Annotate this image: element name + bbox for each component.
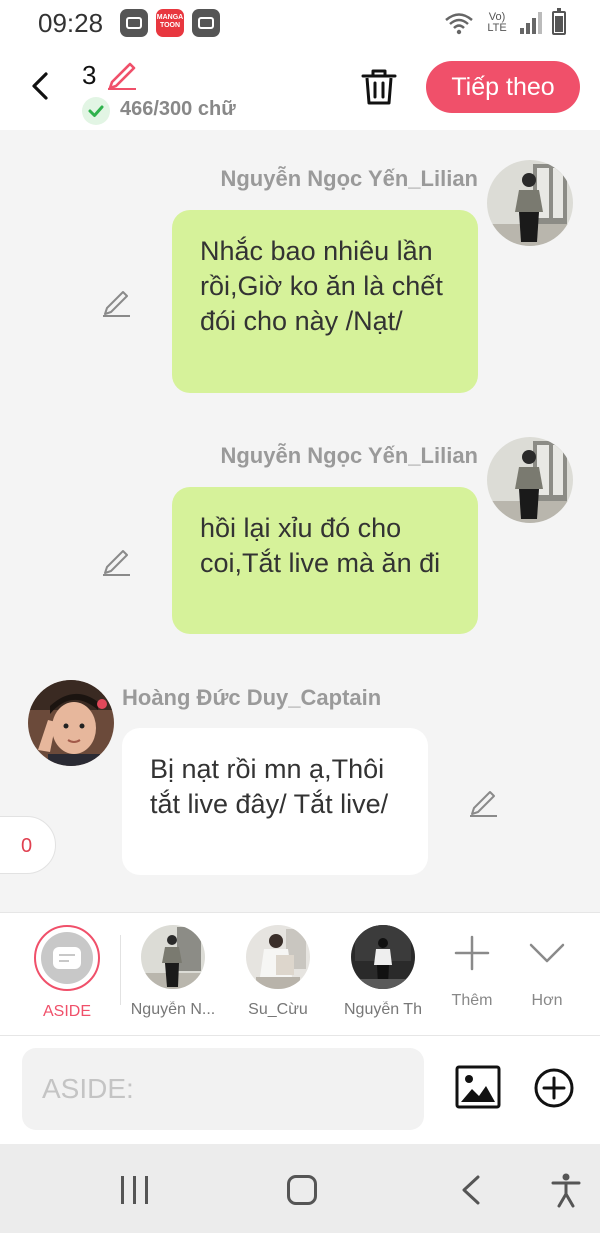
message-text: hồi lại xỉu đó cho coi,Tắt live mà ăn đi [200, 513, 441, 578]
message-bubble[interactable]: Nhắc bao nhiêu lần rồi,Giờ ko ăn là chết… [172, 210, 478, 393]
character-nguyen-n[interactable]: Nguyễn N... [128, 925, 218, 1019]
character-nguyen-th[interactable]: Nguyễn Th [338, 925, 428, 1019]
edit-pen-icon[interactable] [100, 286, 132, 318]
wifi-icon [445, 13, 473, 35]
system-nav-bar [0, 1144, 600, 1233]
check-icon [82, 97, 110, 125]
accessibility-icon[interactable] [549, 1172, 583, 1208]
character-aside[interactable]: ASIDE [22, 925, 112, 1021]
sender-name: Nguyễn Ngọc Yến_Lilian [220, 443, 478, 468]
message-text: Nhắc bao nhiêu lần rồi,Giờ ko ăn là chết… [200, 236, 443, 336]
back-arrow-icon[interactable] [24, 66, 60, 106]
more-button[interactable]: Hơn [512, 931, 582, 1010]
avatar[interactable] [487, 437, 573, 523]
aside-icon [34, 925, 100, 991]
video-app-icon [120, 9, 148, 37]
pencil-icon[interactable] [104, 58, 138, 90]
character-bar: ASIDE Nguyễn N... Su_Cừu Nguyễn Th Thêm … [0, 912, 600, 1036]
plus-icon [454, 935, 490, 971]
word-count: 466/300 chữ [120, 98, 236, 120]
next-button[interactable]: Tiếp theo [426, 61, 580, 113]
sender-name: Nguyễn Ngọc Yến_Lilian [220, 166, 478, 191]
chat-area[interactable]: Nguyễn Ngọc Yến_Lilian Nhắc bao nhiêu lầ… [0, 130, 600, 912]
add-character-label: Thêm [451, 992, 493, 1009]
message-input[interactable] [22, 1048, 424, 1130]
character-label: Nguyễn N... [130, 1001, 216, 1018]
edit-pen-icon[interactable] [100, 545, 132, 577]
add-circle-icon[interactable] [532, 1066, 576, 1110]
avatar[interactable] [28, 680, 114, 766]
battery-icon [552, 8, 566, 35]
sender-name: Hoàng Đức Duy_Captain [122, 685, 382, 710]
nav-back-icon[interactable] [458, 1174, 484, 1206]
recent-apps-icon[interactable] [121, 1176, 151, 1204]
comment-count: 0 [21, 835, 33, 857]
edit-pen-icon[interactable] [467, 786, 499, 818]
editor-header: 3 466/300 chữ Tiếp theo [0, 46, 600, 130]
chevron-down-icon [529, 943, 565, 963]
mangatoon-app-icon: MANGA TOON [156, 9, 184, 37]
avatar [246, 925, 310, 989]
message-bubble[interactable]: Bị nạt rồi mn ạ,Thôi tắt live đây/ Tắt l… [122, 728, 428, 875]
divider [120, 935, 121, 1005]
home-icon[interactable] [287, 1175, 317, 1205]
add-character-button[interactable]: Thêm [437, 931, 507, 1010]
character-label: Su_Cừu [248, 1001, 308, 1018]
status-time: 09:28 [38, 8, 104, 38]
character-label: Nguyễn Th [344, 1001, 422, 1018]
avatar [141, 925, 205, 989]
input-bar [0, 1036, 600, 1144]
image-icon[interactable] [454, 1064, 502, 1110]
trash-icon[interactable] [358, 66, 400, 108]
avatar [351, 925, 415, 989]
mangatoon-icon-text: MANGA TOON [156, 14, 184, 29]
message-bubble[interactable]: hồi lại xỉu đó cho coi,Tắt live mà ăn đi [172, 487, 478, 634]
video-app-icon [192, 9, 220, 37]
chapter-number: 3 [82, 60, 97, 90]
more-label: Hơn [531, 992, 563, 1009]
comment-counter-tab[interactable]: 0 [0, 816, 56, 874]
signal-icon [520, 12, 542, 34]
status-bar: 09:28 MANGA TOON Vo) LTE [0, 0, 600, 46]
character-su-cuu[interactable]: Su_Cừu [233, 925, 323, 1019]
message-text: Bị nạt rồi mn ạ,Thôi tắt live đây/ Tắt l… [150, 754, 389, 819]
character-label: ASIDE [42, 1003, 91, 1020]
avatar[interactable] [487, 160, 573, 246]
network-type: Vo) LTE [487, 11, 507, 34]
